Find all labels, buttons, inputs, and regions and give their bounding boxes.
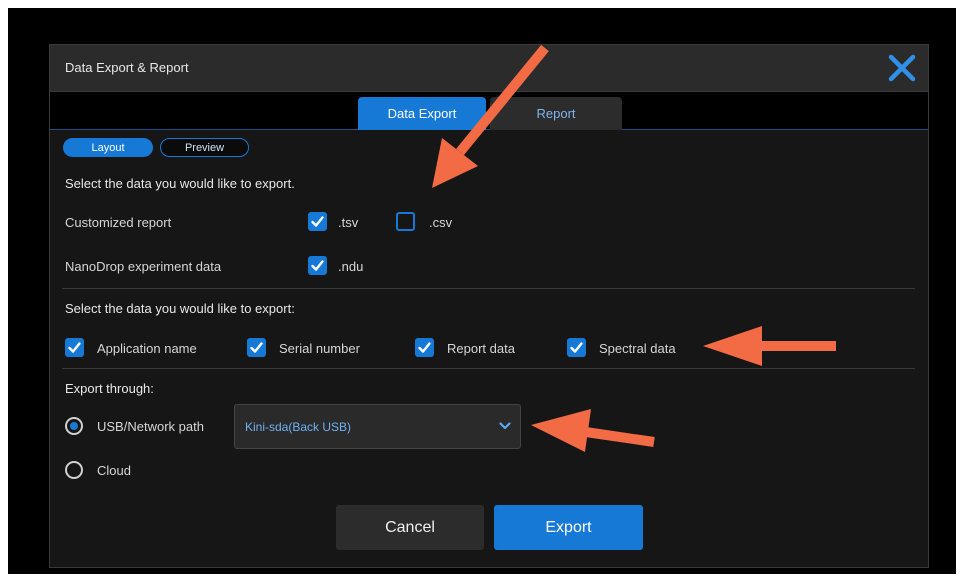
tsv-checkbox[interactable] [308, 212, 327, 231]
csv-checkbox[interactable] [396, 212, 415, 231]
checkmark-icon [311, 260, 324, 271]
serial-number-label: Serial number [279, 341, 360, 356]
report-data-checkbox[interactable] [415, 338, 434, 357]
tab-data-export[interactable]: Data Export [358, 97, 486, 130]
section1-heading: Select the data you would like to export… [65, 176, 295, 191]
export-button[interactable]: Export [494, 505, 643, 550]
section2-heading: Select the data you would like to export… [65, 301, 295, 316]
divider [62, 288, 915, 289]
export-path-value: Kini-sda(Back USB) [245, 420, 352, 434]
divider [62, 368, 915, 369]
spectral-data-checkbox[interactable] [567, 338, 586, 357]
cloud-label: Cloud [97, 463, 131, 478]
usb-network-radio[interactable] [65, 417, 83, 435]
ndu-label: .ndu [338, 259, 364, 274]
cloud-radio[interactable] [65, 461, 83, 479]
checkmark-icon [418, 342, 431, 353]
export-path-dropdown[interactable]: Kini-sda(Back USB) [234, 404, 521, 449]
subtab-preview[interactable]: Preview [160, 138, 249, 157]
nanodrop-data-label: NanoDrop experiment data [65, 259, 222, 274]
checkmark-icon [311, 216, 324, 227]
radio-selected-dot [70, 422, 78, 430]
ndu-checkbox[interactable] [308, 256, 327, 275]
tsv-label: .tsv [338, 215, 359, 230]
dialog-titlebar: Data Export & Report [50, 45, 928, 92]
csv-label: .csv [429, 215, 453, 230]
customized-report-label: Customized report [65, 215, 172, 230]
application-name-checkbox[interactable] [65, 338, 84, 357]
spectral-data-label: Spectral data [599, 341, 676, 356]
checkmark-icon [250, 342, 263, 353]
tab-bar: Data Export Report [50, 92, 928, 130]
serial-number-checkbox[interactable] [247, 338, 266, 357]
checkmark-icon [570, 342, 583, 353]
report-data-label: Report data [447, 341, 515, 356]
cancel-button[interactable]: Cancel [336, 505, 484, 550]
usb-network-label: USB/Network path [97, 419, 204, 434]
tab-report[interactable]: Report [490, 97, 622, 130]
application-name-label: Application name [97, 341, 197, 356]
section3-heading: Export through: [65, 381, 154, 396]
close-icon[interactable] [886, 51, 918, 85]
export-dialog: Data Export & Report Data Export Report … [49, 44, 929, 568]
subtab-layout[interactable]: Layout [63, 138, 153, 157]
checkmark-icon [68, 342, 81, 353]
chevron-down-icon [499, 422, 511, 430]
dialog-title: Data Export & Report [65, 60, 189, 75]
